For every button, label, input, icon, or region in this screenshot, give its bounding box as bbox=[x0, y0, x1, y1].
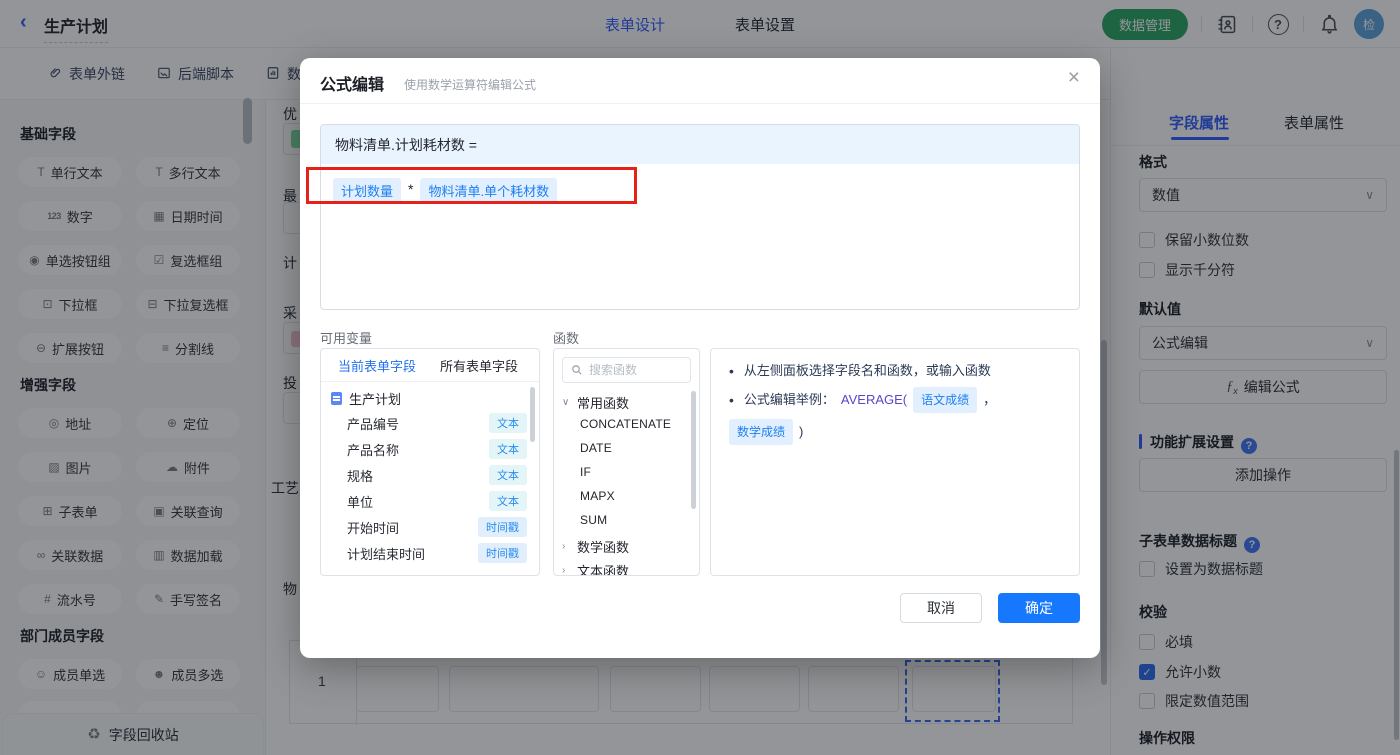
functions-label: 函数 bbox=[553, 331, 580, 346]
formula-field-chip[interactable]: 计划数量 bbox=[333, 178, 402, 203]
search-icon bbox=[572, 365, 582, 375]
cancel-button[interactable]: 取消 bbox=[900, 593, 982, 623]
example-function-name: AVERAGE( bbox=[840, 392, 908, 407]
function-group-name: 常用函数 bbox=[577, 396, 630, 411]
formula-editor: 物料清单.计划耗材数 = 计划数量 * 物料清单.单个耗材数 bbox=[320, 124, 1080, 310]
function-group-name: 文本函数 bbox=[577, 564, 630, 576]
formula-target: 物料清单.计划耗材数 = bbox=[321, 125, 1079, 164]
variable-row[interactable]: 规格 文本 bbox=[347, 462, 527, 488]
function-item[interactable]: MAPX bbox=[580, 489, 615, 503]
variable-name: 单位 bbox=[347, 494, 374, 510]
variable-type-badge: 文本 bbox=[489, 491, 527, 511]
variable-row[interactable]: 计划结束时间 时间戳 bbox=[347, 540, 527, 566]
function-item[interactable]: DATE bbox=[580, 441, 612, 455]
close-icon[interactable]: × bbox=[1068, 66, 1080, 90]
variable-row[interactable]: 产品名称 文本 bbox=[347, 436, 527, 462]
variable-type-badge: 文本 bbox=[489, 465, 527, 485]
variable-type-badge: 文本 bbox=[489, 439, 527, 459]
variable-name: 产品编号 bbox=[347, 416, 400, 432]
function-group-expanded[interactable]: ∨ 常用函数 bbox=[562, 393, 629, 412]
form-tree-root[interactable]: 生产计划 bbox=[331, 389, 401, 408]
app-screen: ‹ 生产计划 表单设计 表单设置 数据管理 ? 检 表单外链 后端脚本 基础字段… bbox=[0, 0, 1400, 755]
variable-row[interactable]: 产品编号 文本 bbox=[347, 410, 527, 436]
formula-editor-modal: 公式编辑 使用数学运算符编辑公式 × 物料清单.计划耗材数 = 计划数量 * 物料清… bbox=[300, 58, 1100, 658]
function-item[interactable]: SUM bbox=[580, 513, 607, 527]
modal-subtitle: 使用数学运算符编辑公式 bbox=[404, 78, 537, 92]
functions-scrollbar[interactable] bbox=[691, 391, 696, 509]
function-search[interactable] bbox=[562, 357, 691, 383]
formula-field-chip[interactable]: 物料清单.单个耗材数 bbox=[420, 178, 558, 203]
modal-title: 公式编辑 bbox=[320, 77, 385, 94]
help-line-2: • 公式编辑举例： AVERAGE( 语文成绩 ， 数学成绩 ) bbox=[729, 387, 1065, 445]
formula-input-area[interactable]: 计划数量 * 物料清单.单个耗材数 bbox=[321, 164, 1079, 310]
function-group-collapsed[interactable]: › 数学函数 bbox=[562, 537, 629, 556]
functions-panel: ∨ 常用函数 CONCATENATE DATE IF MAPX SUM › 数学函数 › 文本函数 bbox=[553, 348, 700, 576]
function-group-collapsed[interactable]: › 文本函数 bbox=[562, 561, 630, 576]
confirm-button[interactable]: 确定 bbox=[998, 593, 1080, 623]
divider bbox=[300, 103, 1100, 104]
help-line-1: • 从左侧面板选择字段名和函数，或输入函数 bbox=[729, 363, 991, 379]
function-search-input[interactable] bbox=[589, 363, 669, 377]
formula-operator: * bbox=[408, 181, 414, 197]
variable-row[interactable]: 开始时间 时间戳 bbox=[347, 514, 527, 540]
function-item[interactable]: IF bbox=[580, 465, 591, 479]
form-doc-icon bbox=[331, 392, 342, 405]
variable-row[interactable]: 单位 文本 bbox=[347, 488, 527, 514]
variable-name: 计划结束时间 bbox=[347, 546, 426, 562]
variable-name: 规格 bbox=[347, 468, 374, 484]
example-field-chip: 数学成绩 bbox=[729, 419, 794, 445]
variables-label: 可用变量 bbox=[320, 331, 373, 346]
variables-scrollbar[interactable] bbox=[530, 387, 535, 442]
variable-name: 开始时间 bbox=[347, 520, 400, 536]
function-group-name: 数学函数 bbox=[577, 540, 630, 555]
variables-panel: 当前表单字段 所有表单字段 生产计划 产品编号 文本 产品名称 文本 规格 文本 单位 文本开… bbox=[320, 348, 540, 576]
help-panel: • 从左侧面板选择字段名和函数，或输入函数 • 公式编辑举例： AVERAGE( … bbox=[710, 348, 1080, 576]
variable-type-badge: 时间戳 bbox=[478, 517, 527, 537]
variables-tabs: 当前表单字段 所有表单字段 bbox=[321, 349, 539, 382]
variable-type-badge: 时间戳 bbox=[478, 543, 527, 563]
variable-name: 产品名称 bbox=[347, 442, 400, 458]
tab-all-form-fields[interactable]: 所有表单字段 bbox=[440, 356, 518, 375]
variable-type-badge: 文本 bbox=[489, 413, 527, 433]
function-item[interactable]: CONCATENATE bbox=[580, 417, 671, 431]
tab-current-form-fields[interactable]: 当前表单字段 bbox=[338, 356, 416, 375]
example-field-chip: 语文成绩 bbox=[913, 387, 978, 413]
chevron-right-icon: › bbox=[562, 565, 566, 576]
chevron-right-icon: › bbox=[562, 541, 566, 552]
chevron-down-icon: ∨ bbox=[562, 397, 570, 408]
